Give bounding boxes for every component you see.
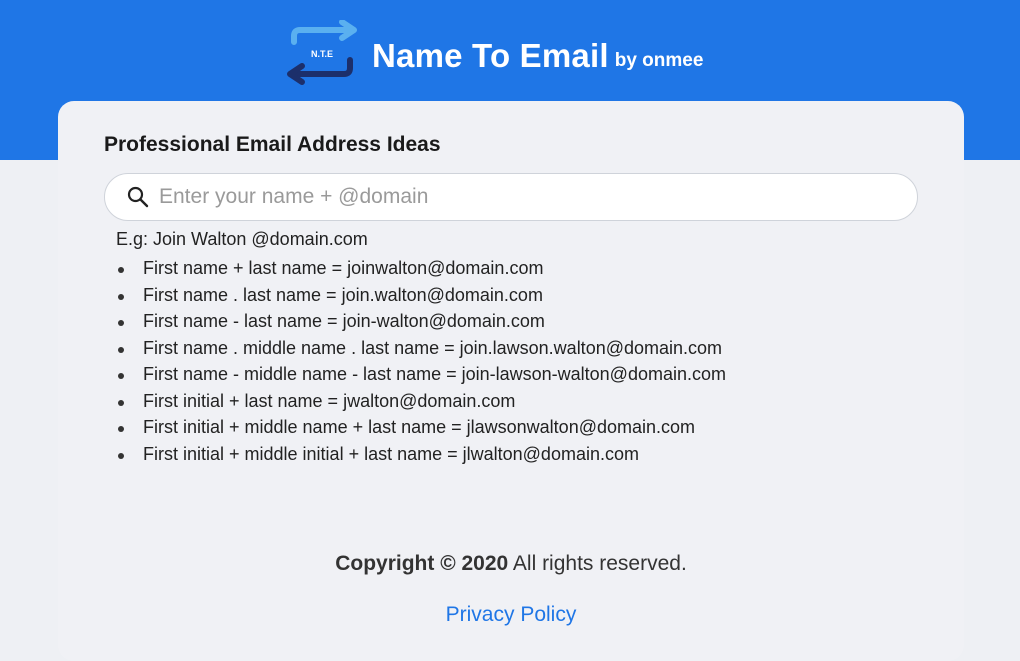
list-item: First name - last name = join-walton@dom…: [114, 308, 726, 335]
list-item: First name . last name = join.walton@dom…: [114, 282, 726, 309]
email-ideas-list: First name + last name = joinwalton@doma…: [114, 255, 726, 467]
list-item: First name + last name = joinwalton@doma…: [114, 255, 726, 282]
search-icon: [127, 186, 149, 208]
copyright-rights: All rights reserved.: [508, 552, 687, 575]
list-item: First initial + middle initial + last na…: [114, 441, 726, 468]
list-item: First initial + middle name + last name …: [114, 414, 726, 441]
app-title: Name To Email: [372, 37, 609, 74]
logo-text: N.T.E: [311, 49, 333, 59]
copyright-year: Copyright © 2020: [335, 552, 509, 575]
example-text: E.g: Join Walton @domain.com: [116, 229, 368, 249]
main-card: Professional Email Address Ideas E.g: Jo…: [58, 101, 964, 661]
list-item: First name . middle name . last name = j…: [114, 335, 726, 362]
app-byline: by onmee: [614, 50, 704, 71]
nte-logo-icon: N.T.E: [284, 20, 364, 92]
search-bar[interactable]: [104, 173, 918, 221]
privacy-policy-container: Privacy Policy: [58, 603, 964, 627]
copyright-notice: Copyright © 2020 All rights reserved.: [58, 552, 964, 576]
search-input[interactable]: [159, 185, 879, 209]
brand-header: N.T.E Name To Email by onmee: [284, 20, 703, 92]
list-item: First name - middle name - last name = j…: [114, 361, 726, 388]
section-title: Professional Email Address Ideas: [104, 133, 441, 156]
list-item: First initial + last name = jwalton@doma…: [114, 388, 726, 415]
privacy-policy-link[interactable]: Privacy Policy: [446, 603, 577, 626]
